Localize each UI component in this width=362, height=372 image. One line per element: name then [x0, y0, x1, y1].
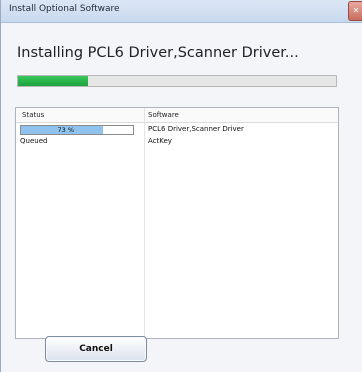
install-list[interactable]: Status Software 73 % PCL6 Driver,Scanner… — [15, 107, 339, 339]
list-row[interactable]: Queued ActKey — [16, 136, 338, 146]
window-title: Install Optional Software — [9, 4, 120, 14]
cancel-button[interactable]: Cancel — [45, 336, 147, 362]
column-header-status[interactable]: Status — [22, 111, 44, 119]
row-status: Queued — [20, 137, 48, 145]
row-progress-percent: 73 % — [57, 126, 75, 134]
close-icon: ✕ — [352, 6, 360, 15]
row-software: PCL6 Driver,Scanner Driver — [148, 125, 244, 133]
row-progress-bar: 73 % — [20, 125, 134, 135]
install-optional-software-window: Install Optional Software ✕ Installing P… — [0, 0, 362, 372]
row-software: ActKey — [148, 137, 172, 145]
list-header: Status Software — [16, 108, 338, 123]
close-button[interactable]: ✕ — [348, 1, 362, 21]
installing-heading: Installing PCL6 Driver,Scanner Driver... — [17, 45, 299, 61]
overall-progress-bar — [17, 75, 337, 87]
list-row[interactable]: 73 % PCL6 Driver,Scanner Driver — [16, 124, 338, 135]
title-bar: Install Optional Software ✕ — [1, 0, 362, 23]
column-header-software[interactable]: Software — [148, 111, 179, 119]
overall-progress-fill — [18, 76, 88, 86]
